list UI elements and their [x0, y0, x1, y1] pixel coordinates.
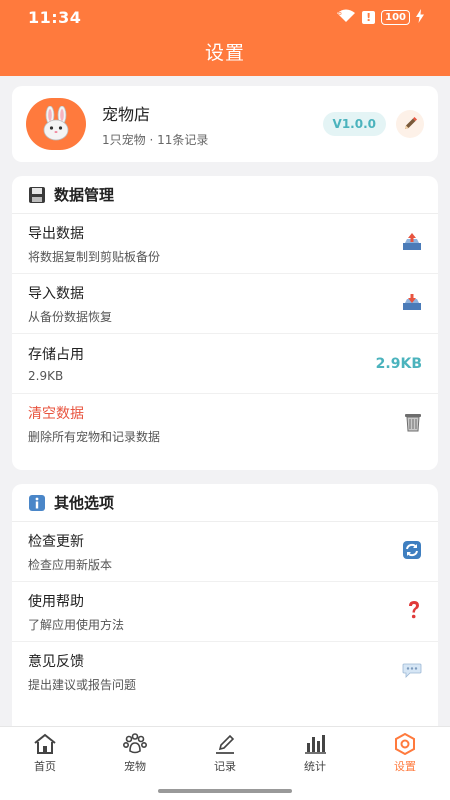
edit-profile-button[interactable]: [396, 110, 424, 138]
item-desc: 从备份数据恢复: [28, 309, 113, 324]
info-icon: [28, 494, 46, 512]
tab-statistics[interactable]: 统计: [270, 733, 360, 777]
section-header: 其他选项: [12, 484, 438, 522]
page-title: 设置: [204, 42, 245, 64]
item-desc: 提出建议或报告问题: [28, 678, 137, 692]
home-icon: [34, 733, 56, 754]
item-title: 使用帮助: [28, 593, 84, 610]
charging-icon: [416, 8, 424, 27]
avatar: [26, 98, 86, 150]
svg-text:6: 6: [338, 10, 342, 17]
app-header: 11:34 6 ! 100 设置: [0, 0, 450, 76]
alert-icon: !: [362, 10, 376, 24]
profile-info: 宠物店 1只宠物 · 11条记录: [102, 101, 323, 148]
section-title: 数据管理: [54, 186, 115, 204]
refresh-icon: [402, 540, 422, 564]
status-icons: 6 ! 100: [336, 8, 424, 27]
item-title: 意见反馈: [28, 654, 84, 670]
check-update-item[interactable]: 检查更新 检查应用新版本: [12, 522, 438, 582]
section-title: 其他选项: [54, 494, 115, 512]
pencil-edit-icon: [405, 117, 417, 129]
shop-name: 宠物店: [102, 104, 151, 124]
profile-card[interactable]: 宠物店 1只宠物 · 11条记录 V1.0.0: [12, 86, 438, 162]
tab-label: 统计: [304, 760, 326, 773]
import-data-item[interactable]: 导入数据 从备份数据恢复: [12, 274, 438, 334]
home-indicator[interactable]: [158, 789, 292, 793]
export-tray-icon: [402, 232, 422, 255]
item-title: 清空数据: [28, 406, 84, 422]
other-options-section: 其他选项 检查更新 检查应用新版本 使用帮助 了解应用使用方法 意见反馈 提出建…: [12, 484, 438, 744]
tab-label: 首页: [34, 760, 56, 773]
battery-indicator: 100: [381, 9, 410, 25]
wifi-icon: 6: [336, 8, 356, 27]
help-item[interactable]: 使用帮助 了解应用使用方法: [12, 582, 438, 642]
trash-icon: [404, 412, 422, 436]
tab-label: 宠物: [124, 760, 146, 773]
question-icon: [406, 600, 422, 624]
item-title: 存储占用: [28, 347, 84, 363]
bar-chart-icon: [305, 735, 326, 754]
version-badge: V1.0.0: [322, 112, 386, 136]
rabbit-icon: [43, 106, 69, 141]
export-data-item[interactable]: 导出数据 将数据复制到剪贴板备份: [12, 214, 438, 274]
item-title: 导出数据: [28, 225, 84, 242]
item-desc: 删除所有宠物和记录数据: [28, 430, 161, 444]
tab-home[interactable]: 首页: [0, 733, 90, 777]
feedback-item[interactable]: 意见反馈 提出建议或报告问题: [12, 642, 438, 702]
tab-label: 设置: [394, 760, 416, 773]
item-desc: 检查应用新版本: [28, 557, 113, 572]
tab-pets[interactable]: 宠物: [90, 733, 180, 777]
status-bar: 11:34 6 ! 100: [0, 0, 450, 34]
pencil-icon: [216, 734, 235, 754]
speech-bubble-icon: [402, 662, 422, 682]
tab-records[interactable]: 记录: [180, 733, 270, 777]
settings-icon: [395, 733, 415, 755]
data-management-section: 数据管理 导出数据 将数据复制到剪贴板备份 导入数据 从备份数据恢复 存储占用 …: [12, 176, 438, 470]
section-header: 数据管理: [12, 176, 438, 214]
item-title: 检查更新: [28, 533, 84, 550]
tab-label: 记录: [214, 760, 236, 773]
storage-usage-item: 存储占用 2.9KB 2.9KB: [12, 334, 438, 394]
tab-settings[interactable]: 设置: [360, 733, 450, 777]
status-time: 11:34: [28, 7, 82, 27]
item-desc: 了解应用使用方法: [28, 617, 125, 632]
item-title: 导入数据: [28, 285, 84, 302]
paw-icon: [122, 733, 147, 754]
battery-level: 100: [385, 11, 406, 23]
import-tray-icon: [402, 293, 422, 315]
clear-data-item[interactable]: 清空数据 删除所有宠物和记录数据: [12, 394, 438, 454]
item-desc: 将数据复制到剪贴板备份: [28, 249, 161, 264]
shop-summary: 1只宠物 · 11条记录: [102, 132, 209, 147]
storage-value: 2.9KB: [375, 355, 422, 372]
item-desc: 2.9KB: [28, 369, 64, 383]
floppy-disk-icon: [28, 186, 46, 204]
